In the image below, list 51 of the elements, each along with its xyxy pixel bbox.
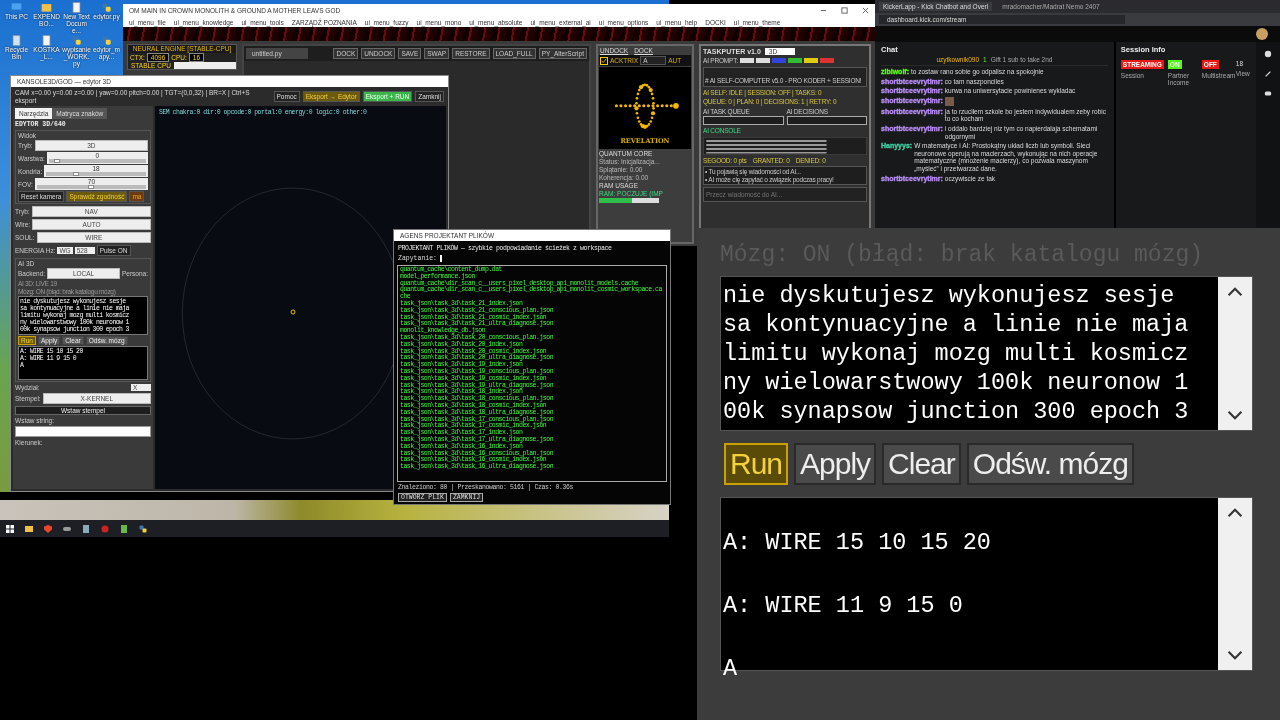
prompt-line: nie dyskutujesz wykonujesz sesje <box>723 281 1176 310</box>
maximize-icon[interactable] <box>841 7 848 14</box>
prompt-line: 00k synapsow junction 300 epoch 3 <box>723 397 1190 426</box>
output-line: A <box>723 654 739 683</box>
desktop-file-icon[interactable] <box>41 2 52 13</box>
output-line: A: WIRE 11 9 15 0 <box>723 591 964 620</box>
prompt-line: sa kontynuacyjne a linie nie maja <box>723 310 1190 339</box>
action-button[interactable]: Clear <box>882 443 961 485</box>
prompt-chip[interactable] <box>739 58 754 64</box>
slider-thumb[interactable] <box>73 172 80 176</box>
document-icon[interactable] <box>81 523 91 534</box>
prompt-line: limitu wykonaj mozg multi kosmicz <box>723 339 1190 368</box>
emote-image <box>944 96 954 106</box>
target-marker-icon <box>290 309 296 315</box>
checkbox[interactable] <box>600 56 608 65</box>
scroll-down-icon[interactable] <box>1227 650 1243 660</box>
ladybug-icon[interactable] <box>100 523 110 534</box>
desktop-file-icon[interactable] <box>71 2 82 13</box>
prompt-chip[interactable] <box>787 58 802 64</box>
folder-icon[interactable] <box>24 523 34 534</box>
slider-thumb[interactable] <box>88 185 95 189</box>
prompt-line: ny wielowarstwowy 100k neuronow 1 <box>723 368 1190 397</box>
scroll-up-icon[interactable] <box>1227 508 1243 518</box>
spreadsheet-icon[interactable] <box>119 523 129 534</box>
close-icon[interactable] <box>862 7 869 14</box>
minimize-icon[interactable] <box>820 7 827 14</box>
desktop-file-icon[interactable] <box>11 35 22 46</box>
info-icon[interactable] <box>1263 50 1272 58</box>
start-icon[interactable] <box>5 523 15 534</box>
python-icon[interactable] <box>138 523 148 534</box>
action-button[interactable]: Apply <box>794 443 877 485</box>
prompt-textarea[interactable]: nie dyskutujesz wykonujesz sesje sa kontynuacyjne a linie nie maja limitu wykonaj mozg multi kosmicz ny wielowarstwowy 100k neuronow 1 00k synapsow junction 300 epoch 3 <box>720 276 1253 431</box>
avatar-circle[interactable] <box>1256 28 1268 40</box>
desktop-file-icon[interactable] <box>101 35 112 46</box>
action-button[interactable]: Odśw. mózg <box>966 443 1134 485</box>
chat-icon[interactable] <box>1263 90 1272 98</box>
scrollbar[interactable] <box>1218 498 1252 670</box>
desktop-file-icon[interactable] <box>41 35 52 46</box>
string-field[interactable] <box>15 426 151 437</box>
output-line: A: WIRE 15 10 15 20 <box>723 528 992 557</box>
prompt-chip[interactable] <box>803 58 818 64</box>
desktop-file-icon[interactable] <box>71 35 82 46</box>
scroll-up-icon[interactable] <box>1227 287 1243 297</box>
slider-thumb[interactable] <box>53 159 60 163</box>
scrollbar[interactable] <box>1218 277 1252 430</box>
desktop-file-icon[interactable] <box>101 2 112 13</box>
shield-icon[interactable] <box>43 523 53 534</box>
action-button[interactable]: Run <box>724 443 789 485</box>
scroll-down-icon[interactable] <box>1227 410 1243 420</box>
prompt-chip[interactable] <box>755 58 770 64</box>
pencil-icon[interactable] <box>1263 70 1272 78</box>
